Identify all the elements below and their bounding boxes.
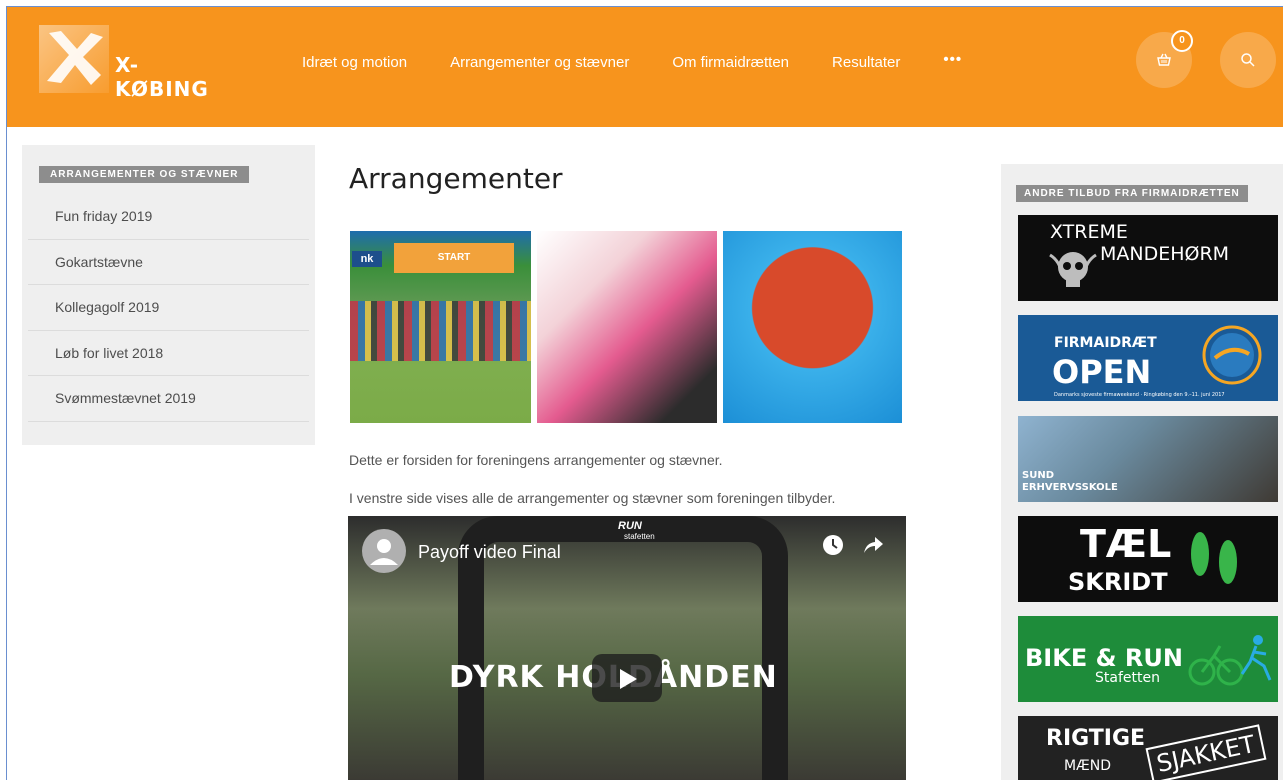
runners-crowd [350, 301, 531, 361]
ad-rigtige-line2: MÆND [1064, 758, 1111, 774]
user-icon [370, 539, 398, 565]
sidebar-heading: ARRANGEMENTER OG STÆVNER [39, 166, 250, 183]
bike-runner-icon [1188, 635, 1272, 686]
ad-open-line2: OPEN [1052, 353, 1152, 391]
sidebar-menu: Fun friday 2019 Gokartstævne Kollegagolf… [28, 194, 309, 422]
site-header: X-KØBING Idræt og motion Arrangementer o… [7, 7, 1283, 127]
nav-more-button[interactable]: ••• [943, 51, 962, 71]
swimmer-logo-icon [1202, 325, 1262, 385]
sidebar-item-fun-friday[interactable]: Fun friday 2019 [28, 194, 309, 240]
ad-rigtige-line3: SJAKKET [1145, 724, 1267, 780]
banner-side-text: nk [352, 251, 382, 267]
watch-later-icon[interactable] [820, 532, 846, 558]
hero-photo-running: START nk [350, 231, 531, 423]
right-sidebar: ANDRE TILBUD FRA FIRMAIDRÆTTEN XTREME MA… [1001, 164, 1283, 780]
search-button[interactable] [1220, 32, 1276, 88]
ad-open-line1: FIRMAIDRÆT [1054, 335, 1157, 351]
nav-item-om[interactable]: Om firmaidrætten [672, 54, 789, 71]
ad-open-line3: Danmarks sjoveste firmaweekend · Ringkøb… [1054, 392, 1225, 398]
ad-firmaidraet-open[interactable]: FIRMAIDRÆT OPEN Danmarks sjoveste firmaw… [1018, 315, 1278, 401]
ad-tael-line1: TÆL [1080, 522, 1172, 566]
play-icon [620, 669, 637, 689]
video-player[interactable]: RUN stafetten Payoff video Final DYRK HO… [348, 516, 906, 780]
ad-xtreme-line1: XTREME [1050, 221, 1128, 243]
start-banner: START [394, 243, 514, 273]
intro-paragraph-1: Dette er forsiden for foreningens arrang… [349, 452, 723, 468]
intro-paragraph-2: I venstre side vises alle de arrangement… [349, 490, 836, 506]
ad-bike-and-run[interactable]: BIKE & RUN Stafetten [1018, 616, 1278, 702]
cart-count-badge: 0 [1171, 30, 1193, 52]
logo-mark [39, 25, 109, 93]
nav-item-arrangementer[interactable]: Arrangementer og stævner [450, 54, 629, 71]
ad-xtreme-line2: MANDEHØRM [1100, 243, 1230, 265]
hero-image: START nk [350, 231, 902, 423]
ad-bikerun-line1: BIKE & RUN [1025, 644, 1183, 672]
play-button[interactable] [592, 654, 662, 702]
search-icon [1241, 53, 1255, 67]
ad-xtreme-mandehorm[interactable]: XTREME MANDEHØRM [1018, 215, 1278, 301]
right-sidebar-heading: ANDRE TILBUD FRA FIRMAIDRÆTTEN [1016, 185, 1248, 202]
sidebar-item-lob-for-livet[interactable]: Løb for livet 2018 [28, 331, 309, 376]
ad-bikerun-line2: Stafetten [1095, 670, 1160, 686]
arch-logo-sub: stafetten [624, 532, 655, 541]
hero-photo-waterpolo [723, 231, 902, 423]
ad-rigtige-maend[interactable]: RIGTIGE MÆND SJAKKET [1018, 716, 1278, 780]
site-logo[interactable]: X-KØBING [39, 25, 229, 101]
ad-tael-line2: SKRIDT [1068, 568, 1168, 596]
footprints-icon [1191, 532, 1237, 584]
sidebar-item-gokart[interactable]: Gokartstævne [28, 240, 309, 285]
ad-rigtige-line1: RIGTIGE [1046, 726, 1146, 751]
skull-icon [1049, 252, 1097, 287]
ad-sund-line1: SUND [1022, 470, 1054, 481]
hero-photo-spinning [537, 231, 717, 423]
ad-sund-erhvervsskole[interactable]: SUND ERHVERVSSKOLE [1018, 416, 1278, 502]
sidebar-item-svommestaevnet[interactable]: Svømmestævnet 2019 [28, 376, 309, 422]
channel-avatar[interactable] [362, 529, 406, 573]
brand-name: X-KØBING [115, 53, 209, 101]
main-nav: Idræt og motion Arrangementer og stævner… [302, 51, 962, 71]
share-icon[interactable] [860, 532, 886, 558]
browser-viewport: X-KØBING Idræt og motion Arrangementer o… [6, 6, 1283, 780]
video-title[interactable]: Payoff video Final [418, 542, 561, 563]
ad-tael-skridt[interactable]: TÆL SKRIDT [1018, 516, 1278, 602]
sidebar-item-kollegagolf[interactable]: Kollegagolf 2019 [28, 285, 309, 331]
basket-icon [1157, 53, 1171, 66]
page-title: Arrangementer [349, 162, 563, 195]
left-sidebar: ARRANGEMENTER OG STÆVNER Fun friday 2019… [22, 145, 315, 445]
nav-item-idraet[interactable]: Idræt og motion [302, 54, 407, 71]
nav-item-resultater[interactable]: Resultater [832, 54, 900, 71]
ad-sund-line2: ERHVERVSSKOLE [1022, 482, 1118, 493]
arch-logo: RUN [618, 520, 642, 532]
